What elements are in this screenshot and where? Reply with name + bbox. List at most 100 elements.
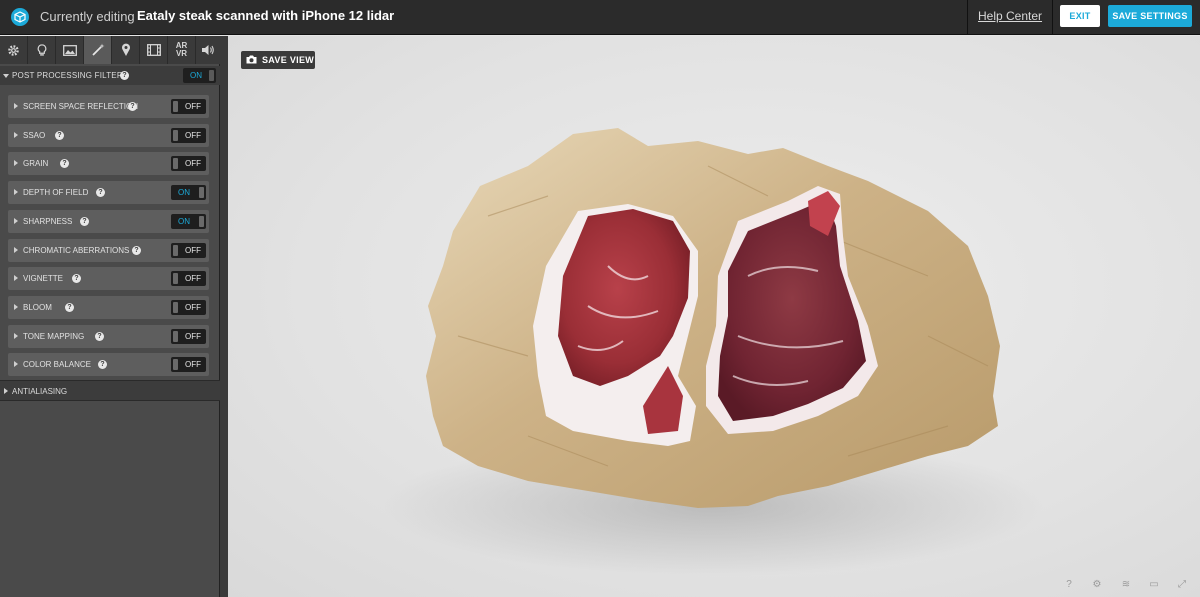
help-question-icon[interactable]: ?	[80, 216, 89, 226]
help-question-icon[interactable]: ?	[120, 71, 129, 80]
image-icon	[62, 44, 77, 56]
help-question-icon[interactable]: ?	[96, 188, 105, 198]
filter-label: GRAIN	[23, 159, 49, 169]
expand-icon	[14, 131, 18, 138]
help-question-icon[interactable]: ?	[60, 159, 69, 169]
toggle-state: ON	[190, 71, 202, 80]
tab-annotations[interactable]	[112, 36, 140, 64]
antialiasing-section[interactable]: ANTIALIASING	[0, 380, 220, 401]
save-view-button[interactable]: SAVE VIEW	[241, 51, 315, 69]
editing-label: Currently editing	[40, 9, 135, 24]
expand-icon	[14, 246, 18, 253]
film-icon	[146, 44, 161, 56]
filter-row[interactable]: SCREEN SPACE REFLECTION? OFF	[8, 95, 209, 118]
settings-sidebar: AR VR POST PROCESSING FILTERS ? ON SCREE…	[0, 36, 220, 597]
antialiasing-label: ANTIALIASING	[12, 387, 68, 396]
exit-button[interactable]: EXIT	[1060, 5, 1100, 27]
model-title: Eataly steak scanned with iPhone 12 lida…	[137, 8, 395, 23]
toggle-state: OFF	[185, 245, 201, 255]
magic-wand-icon	[91, 43, 104, 56]
filter-row[interactable]: SSAO? OFF	[8, 123, 209, 147]
toggle-knob	[173, 330, 178, 342]
filter-toggle[interactable]: ON	[171, 185, 206, 201]
help-question-icon[interactable]: ?	[72, 274, 81, 284]
filter-toggle[interactable]: OFF	[171, 127, 206, 143]
viewer-help-button[interactable]: ?	[1062, 578, 1076, 592]
filter-toggle[interactable]: OFF	[171, 99, 206, 114]
post-processing-header[interactable]: POST PROCESSING FILTERS ? ON	[0, 66, 220, 85]
filter-row[interactable]: VIGNETTE? OFF	[8, 267, 209, 291]
toggle-state: ON	[178, 216, 190, 226]
viewer-layers-button[interactable]: ≋	[1119, 578, 1133, 592]
steak-model	[383, 128, 1043, 576]
filter-label: BLOOM	[23, 302, 52, 312]
help-question-icon[interactable]: ?	[95, 331, 104, 341]
filter-row[interactable]: SHARPNESS? ON	[8, 209, 209, 233]
help-question-icon[interactable]: ?	[65, 302, 74, 312]
filter-toggle[interactable]: ON	[171, 213, 206, 229]
help-question-icon[interactable]: ?	[55, 130, 64, 140]
post-processing-toggle[interactable]: ON	[183, 68, 216, 83]
tab-animation[interactable]	[140, 36, 168, 64]
filter-row[interactable]: CHROMATIC ABERRATIONS? OFF	[8, 238, 209, 262]
expand-icon	[14, 303, 18, 310]
toggle-knob	[173, 129, 178, 141]
top-bar: Currently editing Eataly steak scanned w…	[0, 0, 1200, 35]
post-processing-label: POST PROCESSING FILTERS	[12, 71, 129, 80]
tab-scene[interactable]	[0, 36, 28, 64]
filter-toggle[interactable]: OFF	[171, 242, 206, 258]
ar-vr-icon: AR VR	[176, 42, 188, 58]
model-viewer[interactable]: SAVE VIEW ? ⚙ ≋ ▭ ⤢	[228, 36, 1200, 597]
tab-lights[interactable]	[28, 36, 56, 64]
filter-row[interactable]: TONE MAPPING? OFF	[8, 324, 209, 348]
save-settings-button[interactable]: SAVE SETTINGS	[1108, 5, 1192, 27]
collapse-icon	[3, 74, 9, 78]
tab-ar-vr[interactable]: AR VR	[168, 36, 196, 64]
help-question-icon[interactable]: ?	[132, 245, 141, 255]
filter-label: SSAO	[23, 130, 46, 140]
filter-toggle[interactable]: OFF	[171, 299, 206, 315]
fullscreen-icon: ⤢	[1178, 579, 1186, 590]
toggle-state: OFF	[185, 331, 201, 341]
divider	[1052, 0, 1053, 35]
filter-label: SHARPNESS	[23, 216, 73, 226]
tab-post-processing[interactable]	[84, 36, 112, 64]
expand-icon	[14, 275, 18, 282]
expand-icon	[14, 160, 18, 167]
expand-icon	[14, 103, 18, 109]
filter-row[interactable]: DEPTH OF FIELD? ON	[8, 181, 209, 205]
toggle-state: ON	[178, 188, 190, 198]
filter-label: DEPTH OF FIELD	[23, 188, 89, 198]
help-center-link[interactable]: Help Center	[968, 0, 1052, 35]
filter-label: VIGNETTE	[23, 274, 64, 284]
filter-toggle[interactable]: OFF	[171, 156, 206, 172]
filter-toggle[interactable]: OFF	[171, 357, 206, 373]
filter-label: COLOR BALANCE	[23, 360, 92, 370]
filter-toggle[interactable]: OFF	[171, 328, 206, 344]
gear-icon	[8, 44, 19, 56]
viewer-settings-button[interactable]: ⚙	[1090, 578, 1104, 592]
expand-icon	[14, 361, 18, 368]
toggle-knob	[173, 273, 178, 285]
toggle-state: OFF	[185, 130, 201, 140]
viewer-fullscreen-button[interactable]: ⤢	[1175, 578, 1189, 592]
filter-row[interactable]: BLOOM? OFF	[8, 295, 209, 319]
help-question-icon[interactable]: ?	[128, 102, 137, 111]
tab-environment[interactable]	[56, 36, 84, 64]
filter-row[interactable]: COLOR BALANCE? OFF	[8, 353, 209, 377]
toggle-knob	[173, 158, 178, 170]
layers-icon: ≋	[1121, 579, 1131, 590]
filter-label: SCREEN SPACE REFLECTION	[23, 102, 138, 111]
viewer-vr-button[interactable]: ▭	[1147, 578, 1161, 592]
filter-toggle[interactable]: OFF	[171, 271, 206, 287]
filter-row[interactable]: GRAIN? OFF	[8, 152, 209, 176]
logo-icon[interactable]	[11, 8, 29, 26]
toggle-knob	[173, 301, 178, 313]
toggle-state: OFF	[185, 102, 201, 111]
sidebar-resize-handle[interactable]	[220, 36, 228, 597]
gear-icon: ⚙	[1092, 579, 1102, 590]
help-question-icon[interactable]: ?	[98, 360, 107, 370]
tab-sound[interactable]	[196, 36, 220, 64]
toggle-knob	[209, 70, 214, 81]
toggle-knob	[199, 187, 204, 199]
